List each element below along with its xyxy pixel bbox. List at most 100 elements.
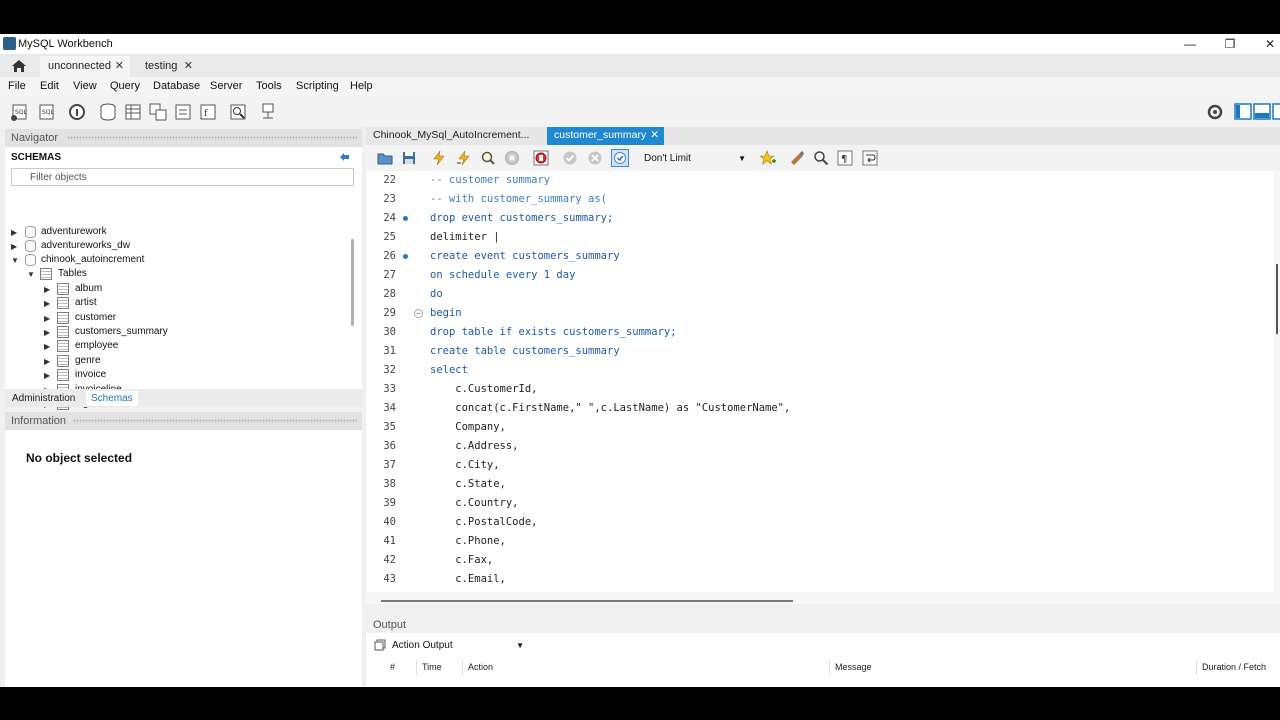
table-employee[interactable]: ▶ employee <box>44 339 344 353</box>
code-text: select <box>430 364 468 376</box>
column-header-message[interactable]: Message <box>829 660 872 675</box>
menu-database[interactable]: Database <box>153 80 200 92</box>
sql-editor[interactable]: 22 -- customer summary 23 -- with customer… <box>366 171 1274 592</box>
information-title: Information <box>11 415 67 427</box>
search-table-data-icon[interactable] <box>228 102 248 122</box>
code-text: drop event customers_summary; <box>430 212 614 224</box>
expand-arrow-icon[interactable]: ▶ <box>44 297 50 311</box>
table-album[interactable]: ▶ album <box>44 282 344 296</box>
schema-inspector-icon[interactable] <box>67 102 87 122</box>
restore-button[interactable]: ❐ <box>1215 35 1245 53</box>
limit-rows-select[interactable]: Don't Limit ▼ <box>641 150 749 167</box>
schema-adventureworks-dw[interactable]: ▶ adventureworks_dw <box>11 239 351 253</box>
navigator-title: Navigator <box>11 132 59 144</box>
open-folder-icon[interactable] <box>377 150 393 166</box>
line-number: 37 <box>383 459 396 471</box>
table-customer[interactable]: ▶ customer <box>44 311 344 325</box>
commit-icon[interactable] <box>562 150 578 166</box>
create-view-icon[interactable] <box>148 102 168 122</box>
editor-tab-customer-summary[interactable]: customer_summary ✕ <box>547 127 664 145</box>
refresh-schemas-icon[interactable] <box>339 152 351 162</box>
collapse-arrow-icon[interactable]: ▼ <box>11 254 19 268</box>
expand-arrow-icon[interactable]: ▶ <box>44 312 50 326</box>
create-schema-icon[interactable] <box>98 102 118 122</box>
panel-layout-toggles[interactable] <box>1234 102 1280 122</box>
connection-tab-label: testing <box>145 60 178 72</box>
find-replace-icon[interactable] <box>813 150 829 166</box>
save-icon[interactable] <box>401 150 417 166</box>
table-customers-summary[interactable]: ▶ customers_summary <box>44 325 344 339</box>
close-tab-icon[interactable]: ✕ <box>115 56 124 76</box>
filter-objects-input[interactable] <box>11 168 354 186</box>
column-header-action[interactable]: Action <box>462 660 493 675</box>
minimize-button[interactable]: — <box>1175 35 1205 53</box>
column-header-number[interactable]: # <box>390 660 395 675</box>
collapse-arrow-icon[interactable]: ▼ <box>27 268 35 282</box>
close-tab-icon[interactable]: ✕ <box>184 56 193 76</box>
connection-tab-testing[interactable]: testing ✕ <box>137 56 199 77</box>
execute-current-icon[interactable] <box>456 150 472 166</box>
open-sql-script-icon[interactable]: SQL <box>37 102 57 122</box>
scroll-thumb[interactable] <box>1276 264 1278 334</box>
wrap-lines-icon[interactable] <box>862 150 878 166</box>
expand-arrow-icon[interactable]: ▶ <box>44 340 50 354</box>
create-table-icon[interactable] <box>123 102 143 122</box>
database-icon <box>25 240 36 252</box>
add-snippet-star-icon[interactable] <box>760 150 776 166</box>
autocommit-toggle-icon[interactable] <box>611 149 629 167</box>
menu-help[interactable]: Help <box>350 80 373 92</box>
menu-scripting[interactable]: Scripting <box>296 80 339 92</box>
copy-output-icon[interactable] <box>374 639 386 651</box>
scroll-thumb[interactable] <box>381 600 793 602</box>
schema-adventurework[interactable]: ▶ adventurework <box>11 225 351 239</box>
line-number: 23 <box>383 193 396 205</box>
column-header-duration[interactable]: Duration / Fetch <box>1196 660 1266 675</box>
table-invoice[interactable]: ▶ invoice <box>44 368 344 382</box>
expand-arrow-icon[interactable]: ▶ <box>44 355 50 369</box>
menu-tools[interactable]: Tools <box>256 80 282 92</box>
menu-view[interactable]: View <box>73 80 97 92</box>
expand-arrow-icon[interactable]: ▶ <box>11 240 17 254</box>
expand-arrow-icon[interactable]: ▶ <box>44 326 50 340</box>
code-text: concat(c.FirstName," ",c.LastName) as "C… <box>430 402 791 414</box>
column-header-time[interactable]: Time <box>416 660 442 675</box>
toggle-continue-on-error-icon[interactable] <box>533 150 549 166</box>
schema-chinook-autoincrement[interactable]: ▼ chinook_autoincrement <box>11 253 351 267</box>
editor-tab-chinook-script[interactable]: Chinook_MySql_AutoIncrement... <box>366 127 544 145</box>
close-button[interactable]: ✕ <box>1255 35 1280 53</box>
menu-server[interactable]: Server <box>210 80 242 92</box>
expand-arrow-icon[interactable]: ▶ <box>44 369 50 383</box>
beautify-query-icon[interactable] <box>789 150 805 166</box>
table-icon <box>57 355 69 367</box>
tab-administration[interactable]: Administration <box>7 391 80 406</box>
menu-file[interactable]: File <box>8 80 26 92</box>
fold-toggle-icon[interactable]: − <box>414 309 423 318</box>
home-button[interactable] <box>5 56 33 75</box>
schemas-scrollbar[interactable] <box>351 239 354 326</box>
tab-schemas[interactable]: Schemas <box>86 391 138 406</box>
output-type-select[interactable]: Action Output ▼ <box>392 638 524 653</box>
create-function-icon[interactable]: f <box>198 102 218 122</box>
create-procedure-icon[interactable] <box>173 102 193 122</box>
menu-query[interactable]: Query <box>110 80 140 92</box>
expand-arrow-icon[interactable]: ▶ <box>11 226 17 240</box>
table-artist[interactable]: ▶ artist <box>44 296 344 310</box>
code-line: 25 delimiter | <box>366 228 1274 247</box>
close-tab-icon[interactable]: ✕ <box>650 127 659 144</box>
stop-icon[interactable] <box>504 150 520 166</box>
editor-vertical-scrollbar[interactable] <box>1274 171 1280 592</box>
editor-horizontal-scrollbar[interactable] <box>366 592 1280 604</box>
line-number: 25 <box>383 231 396 243</box>
rollback-icon[interactable] <box>587 150 603 166</box>
settings-gear-icon[interactable] <box>1205 102 1225 122</box>
execute-lightning-icon[interactable] <box>431 150 447 166</box>
table-genre[interactable]: ▶ genre <box>44 354 344 368</box>
expand-arrow-icon[interactable]: ▶ <box>44 283 50 297</box>
connection-tab-unconnected[interactable]: unconnected ✕ <box>40 56 130 77</box>
reconnect-icon[interactable] <box>258 102 278 122</box>
menu-edit[interactable]: Edit <box>40 80 59 92</box>
explain-icon[interactable] <box>480 150 496 166</box>
tables-folder[interactable]: ▼ Tables <box>27 267 347 281</box>
invisible-characters-icon[interactable]: ¶ <box>837 150 853 166</box>
new-sql-tab-icon[interactable]: SQL <box>10 102 30 122</box>
